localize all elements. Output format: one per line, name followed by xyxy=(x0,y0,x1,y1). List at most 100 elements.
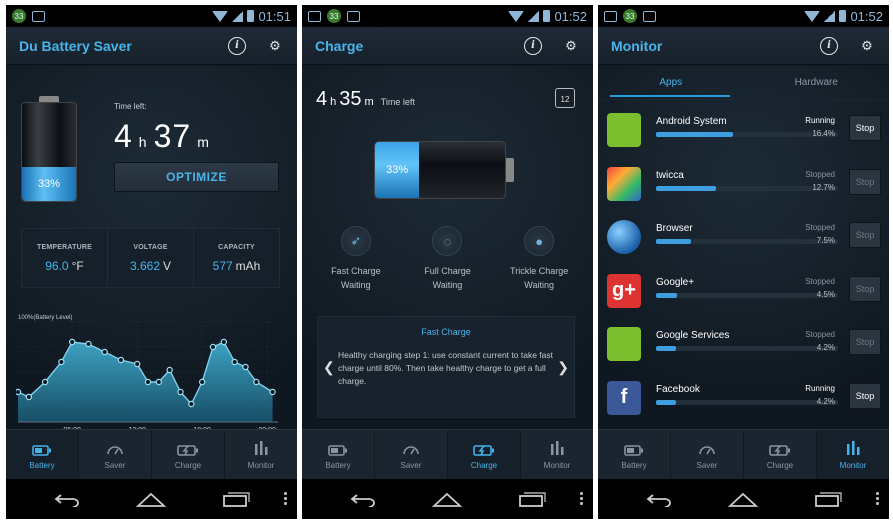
tab-hardware[interactable]: Hardware xyxy=(744,66,890,99)
recent-apps-icon[interactable] xyxy=(218,489,252,509)
stat-capacity: CAPACITY 577 mAh xyxy=(194,229,279,287)
optimize-button[interactable]: OPTIMIZE xyxy=(114,162,279,192)
stage-full-charge[interactable]: ◌ Full Charge Waiting xyxy=(407,226,487,290)
data-point xyxy=(144,378,152,386)
back-icon[interactable] xyxy=(347,489,381,509)
info-icon[interactable]: i xyxy=(524,36,542,55)
stop-button[interactable]: Stop xyxy=(849,168,881,195)
usage-track xyxy=(656,346,838,351)
stage-fast-charge[interactable]: ➶ Fast Charge Waiting xyxy=(316,226,396,290)
usage-fill xyxy=(656,239,691,244)
twicca-icon xyxy=(607,166,641,201)
info-icon[interactable]: i xyxy=(820,36,838,55)
monitor-tabs: Apps Hardware xyxy=(598,66,889,100)
screen-title: Monitor xyxy=(611,37,663,54)
wifi-icon xyxy=(212,10,229,22)
stat-unit: V xyxy=(163,258,172,273)
tab-saver[interactable]: Saver xyxy=(671,430,744,479)
stat-label: VOLTAGE xyxy=(133,243,168,251)
tab-charge[interactable]: Charge xyxy=(152,430,225,479)
tab-monitor[interactable]: Monitor xyxy=(225,430,297,479)
app-status: Stopped xyxy=(805,276,835,286)
app-percent: 16.4% xyxy=(812,129,835,138)
chevron-left-icon[interactable]: ❮ xyxy=(323,359,335,376)
usage-track xyxy=(656,239,838,244)
charge-time-left: 4 h 35 m Time left xyxy=(316,88,415,111)
stop-button[interactable]: Stop xyxy=(849,115,881,141)
back-icon[interactable] xyxy=(51,489,85,509)
settings-gear-icon[interactable]: ⚙ xyxy=(858,37,876,55)
app-title: Du Battery Saver xyxy=(19,37,132,54)
stop-button[interactable]: Stop xyxy=(849,222,881,248)
tab-monitor[interactable]: Monitor xyxy=(817,430,889,479)
usage-track xyxy=(656,132,838,137)
app-usage-list: Android System Running 16.4% Stop twicca Stop… xyxy=(598,104,889,425)
minutes-unit: m xyxy=(364,96,374,108)
hours-unit: h xyxy=(330,96,337,108)
tab-apps[interactable]: Apps xyxy=(598,66,744,99)
battery-cap xyxy=(506,158,514,182)
stage-trickle-charge[interactable]: ● Trickle Charge Waiting xyxy=(499,226,579,290)
tab-charge[interactable]: Charge xyxy=(744,430,817,479)
data-point xyxy=(166,366,173,374)
tab-saver[interactable]: Saver xyxy=(79,430,152,479)
data-point xyxy=(198,378,206,386)
stat-unit: mAh xyxy=(235,258,261,273)
recent-apps-icon[interactable] xyxy=(810,489,844,509)
battery-stats: TEMPERATURE 96.0 °F VOLTAGE 3.662 V CAPACITY… xyxy=(21,228,280,288)
home-icon[interactable] xyxy=(430,489,464,509)
app-row[interactable]: Android System Running 16.4% Stop xyxy=(598,104,889,158)
app-status: Stopped xyxy=(805,330,835,339)
app-row[interactable]: f Facebook Running 4.2% Stop xyxy=(598,372,889,426)
app-row[interactable]: Browser Stopped 7.5% Stop xyxy=(598,211,889,265)
battery-level-chart[interactable]: 100%(Battery Level)06:0012:0018:0000:00 xyxy=(16,310,282,438)
stop-button[interactable]: Stop xyxy=(849,329,881,355)
tab-battery[interactable]: Battery xyxy=(598,430,671,479)
stop-button[interactable]: Stop xyxy=(849,275,881,302)
info-icon[interactable]: i xyxy=(228,36,246,55)
status-clock: 01:52 xyxy=(850,8,883,24)
app-row[interactable]: Google Services Stopped 4.2% Stop xyxy=(598,318,889,372)
tab-monitor[interactable]: Monitor xyxy=(521,430,593,479)
overflow-menu-icon[interactable] xyxy=(284,491,287,506)
tab-battery[interactable]: Battery xyxy=(6,430,79,479)
battery-tab-icon xyxy=(624,440,644,456)
battery-level-label: 33% xyxy=(386,164,409,176)
home-icon[interactable] xyxy=(134,489,168,509)
settings-gear-icon[interactable]: ⚙ xyxy=(266,37,284,55)
system-nav-bar xyxy=(598,479,889,519)
charge-icon xyxy=(177,440,199,456)
data-point xyxy=(242,363,249,371)
data-point xyxy=(253,378,260,386)
app-row[interactable]: g+ Google+ Stopped 4.5% Stop xyxy=(598,265,889,319)
app-percent: 7.5% xyxy=(816,236,835,245)
tab-label: Monitor xyxy=(247,460,275,470)
status-bar: 33 01:52 xyxy=(302,5,593,27)
bar-chart-icon xyxy=(845,440,861,456)
back-icon[interactable] xyxy=(643,489,677,509)
tab-battery[interactable]: Battery xyxy=(302,430,375,479)
stop-button[interactable]: Stop xyxy=(849,382,881,409)
home-icon[interactable] xyxy=(726,489,760,509)
tab-saver[interactable]: Saver xyxy=(375,430,448,479)
app-status: Stopped xyxy=(805,223,835,232)
data-point xyxy=(85,340,92,348)
wifi-icon xyxy=(804,10,821,22)
signal-icon xyxy=(528,10,540,22)
chevron-right-icon[interactable]: ❯ xyxy=(557,359,569,376)
usage-fill xyxy=(656,346,676,351)
recent-apps-icon[interactable] xyxy=(514,489,548,509)
stat-voltage: VOLTAGE 3.662 V xyxy=(108,229,194,287)
tab-charge[interactable]: Charge xyxy=(448,430,521,479)
charge-screen: 33 01:52 Charge i ⚙ 4 h 35 m Time left 12 33… xyxy=(302,5,593,519)
data-point xyxy=(101,348,108,356)
data-point xyxy=(188,400,195,408)
overflow-menu-icon[interactable] xyxy=(876,491,879,506)
calendar-icon[interactable]: 12 xyxy=(555,88,575,108)
overflow-menu-icon[interactable] xyxy=(580,491,583,506)
bottom-tab-bar: Battery Saver Charge Monitor xyxy=(302,429,593,479)
tab-label: Monitor xyxy=(543,460,571,470)
stage-status: Waiting xyxy=(432,280,463,290)
settings-gear-icon[interactable]: ⚙ xyxy=(562,37,580,55)
app-row[interactable]: twicca Stopped 12.7% Stop xyxy=(598,158,889,212)
